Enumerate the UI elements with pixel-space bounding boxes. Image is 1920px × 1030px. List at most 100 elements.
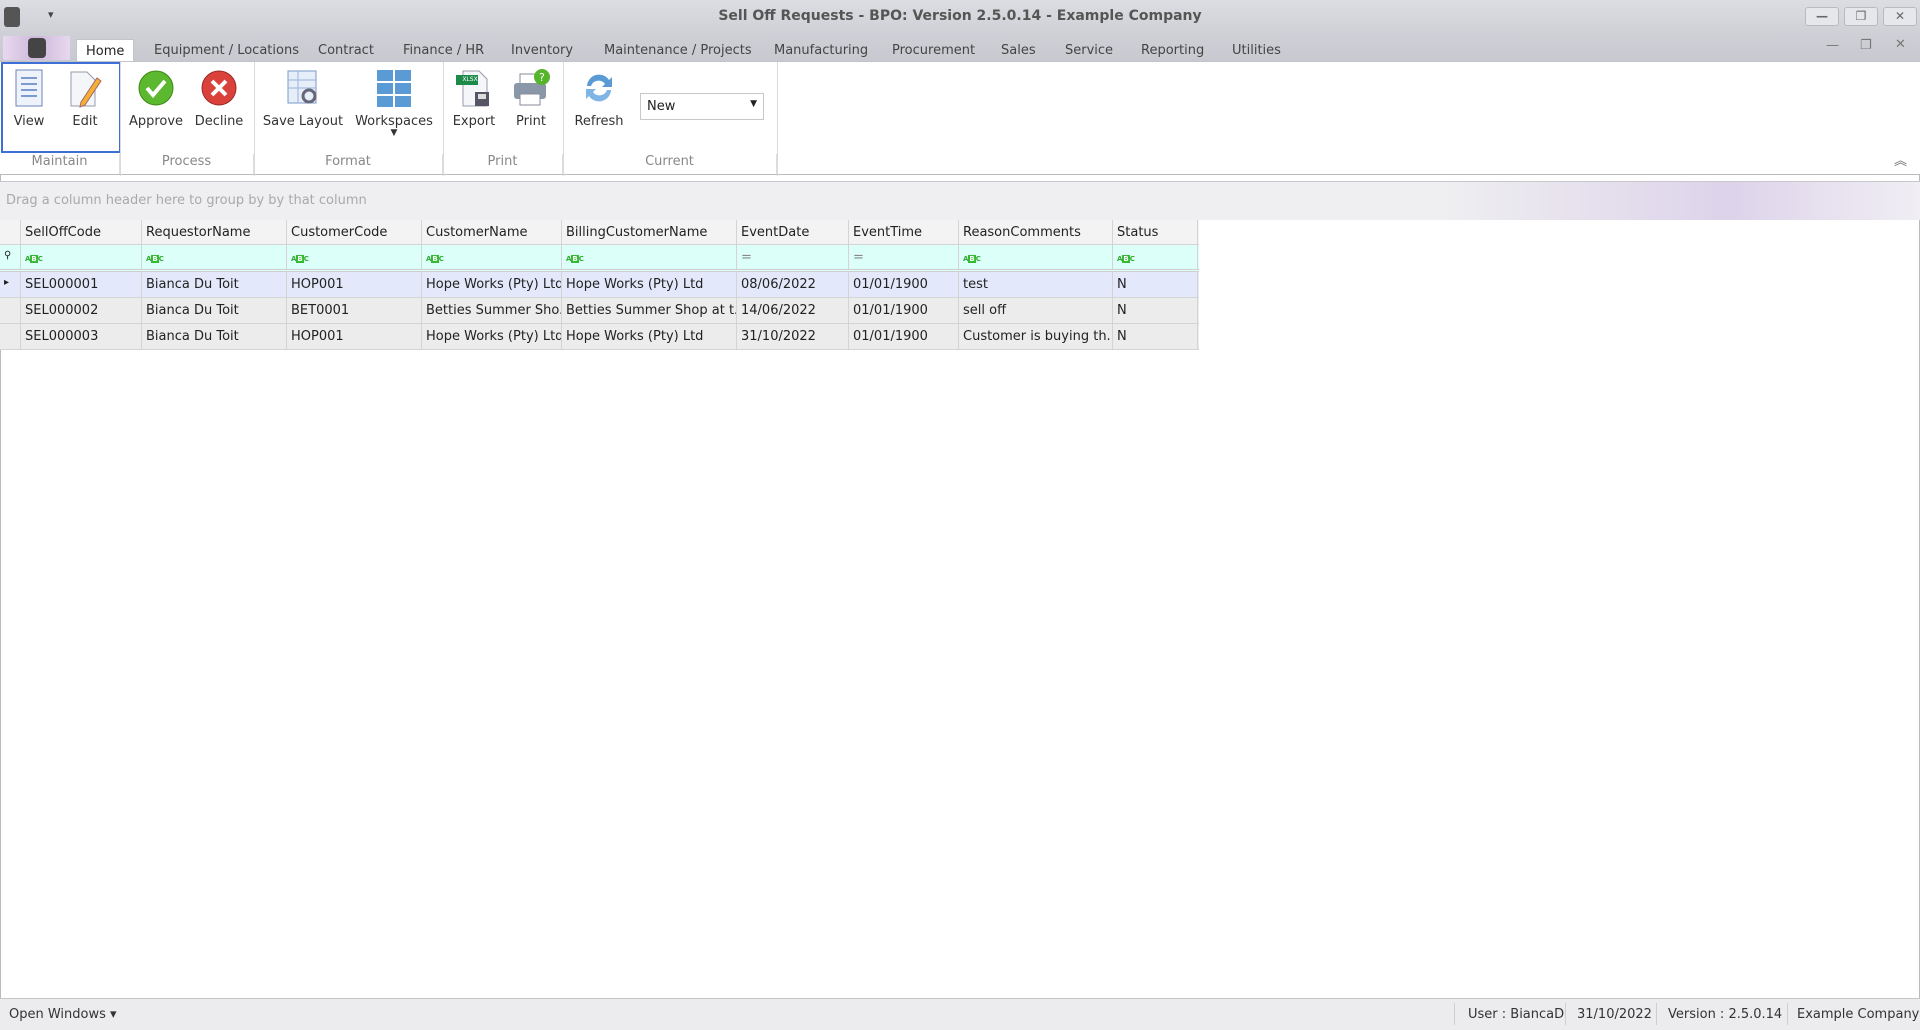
cell-eventdate[interactable]: 14/06/2022 [737,298,849,323]
filter-cell-status[interactable]: ABC [1113,245,1198,269]
column-header-billingcustomername[interactable]: BillingCustomerName [562,220,737,244]
cell-eventdate[interactable]: 31/10/2022 [737,324,849,349]
application-menu-button[interactable] [3,36,70,60]
column-header-eventtime[interactable]: EventTime [849,220,959,244]
tab-manufacturing[interactable]: Manufacturing [774,39,868,61]
filter-cell-eventtime[interactable]: = [849,245,959,269]
tab-sales[interactable]: Sales [1001,39,1036,61]
cell-billingcustomername[interactable]: Betties Summer Shop at t... [562,298,737,323]
cell-eventtime[interactable]: 01/01/1900 [849,272,959,297]
cell-reasoncomments[interactable]: Customer is buying th... [959,324,1113,349]
decline-x-icon [199,68,239,108]
tab-equipment-locations[interactable]: Equipment / Locations [154,39,299,61]
cell-selloffcode[interactable]: SEL000001 [21,272,142,297]
divider [1454,1003,1455,1025]
filter-cell-selloffcode[interactable]: ABC [21,245,142,269]
print-button[interactable]: ? Print [510,68,552,129]
row-indicator: ▸ [0,272,21,297]
cell-selloffcode[interactable]: SEL000003 [21,324,142,349]
filter-cell-reasoncomments[interactable]: ABC [959,245,1113,269]
printer-icon: ? [511,68,551,108]
cell-customercode[interactable]: HOP001 [287,324,422,349]
filter-cell-billingcustomername[interactable]: ABC [562,245,737,269]
mdi-close-button[interactable]: ✕ [1895,37,1906,52]
text-filter-icon: ABC [963,255,981,263]
restore-button[interactable]: ❐ [1844,7,1878,26]
filter-cell-customercode[interactable]: ABC [287,245,422,269]
refresh-button[interactable]: Refresh [572,68,626,129]
tab-procurement[interactable]: Procurement [892,39,975,61]
refresh-icon [579,68,619,108]
save-layout-button[interactable]: Save Layout [262,68,344,129]
cell-reasoncomments[interactable]: sell off [959,298,1113,323]
approve-label: Approve [128,114,184,129]
table-row[interactable]: SEL000003 Bianca Du Toit HOP001 Hope Works … [0,324,1199,350]
workspaces-button[interactable]: Workspaces ▼ [354,68,434,138]
group-by-panel[interactable]: Drag a column header here to group by by… [0,181,1920,220]
text-filter-icon: ABC [291,255,309,263]
cell-customercode[interactable]: HOP001 [287,272,422,297]
view-button[interactable]: View [9,68,49,129]
group-print: Print [443,154,563,174]
cell-status[interactable]: N [1113,272,1198,297]
close-button[interactable]: ✕ [1883,7,1917,26]
tab-maintenance-projects[interactable]: Maintenance / Projects [604,39,752,61]
workspaces-label: Workspaces [355,114,433,129]
cell-customername[interactable]: Hope Works (Pty) Ltd [422,324,562,349]
open-windows-button[interactable]: Open Windows ▾ [9,1007,117,1022]
column-header-status[interactable]: Status [1113,220,1198,244]
collapse-ribbon-icon[interactable]: ︽ [1894,150,1907,169]
cell-selloffcode[interactable]: SEL000002 [21,298,142,323]
edit-pencil-icon [65,68,105,108]
filter-cell-eventdate[interactable]: = [737,245,849,269]
cell-status[interactable]: N [1113,324,1198,349]
column-header-selloffcode[interactable]: SellOffCode [21,220,142,244]
table-row[interactable]: ▸ SEL000001 Bianca Du Toit HOP001 Hope Works… [0,272,1199,298]
export-button[interactable]: XLSX Export [450,68,498,129]
divider [563,62,564,176]
tab-service[interactable]: Service [1065,39,1113,61]
tab-inventory[interactable]: Inventory [511,39,573,61]
filter-cell-customername[interactable]: ABC [422,245,562,269]
cell-eventtime[interactable]: 01/01/1900 [849,298,959,323]
decline-button[interactable]: Decline [193,68,245,129]
tab-reporting[interactable]: Reporting [1141,39,1204,61]
cell-eventtime[interactable]: 01/01/1900 [849,324,959,349]
cell-eventdate[interactable]: 08/06/2022 [737,272,849,297]
filter-cell-requestorname[interactable]: ABC [142,245,287,269]
column-header-eventdate[interactable]: EventDate [737,220,849,244]
column-header-requestorname[interactable]: RequestorName [142,220,287,244]
decline-label: Decline [194,114,244,129]
current-status-select[interactable]: New ▼ [640,93,764,120]
minimize-button[interactable]: — [1805,7,1839,26]
cell-requestorname[interactable]: Bianca Du Toit [142,324,287,349]
cell-billingcustomername[interactable]: Hope Works (Pty) Ltd [562,324,737,349]
mdi-minimize-button[interactable]: — [1826,38,1839,53]
mdi-restore-button[interactable]: ❐ [1860,38,1872,53]
cell-reasoncomments[interactable]: test [959,272,1113,297]
tab-finance-hr[interactable]: Finance / HR [403,39,484,61]
column-header-reasoncomments[interactable]: ReasonComments [959,220,1113,244]
cell-customername[interactable]: Hope Works (Pty) Ltd [422,272,562,297]
approve-button[interactable]: Approve [128,68,184,129]
cell-customercode[interactable]: BET0001 [287,298,422,323]
cell-requestorname[interactable]: Bianca Du Toit [142,298,287,323]
equals-filter-icon: = [853,250,864,265]
filter-pin-icon: ⚲ [0,245,21,269]
cell-customername[interactable]: Betties Summer Sho... [422,298,562,323]
table-row[interactable]: SEL000002 Bianca Du Toit BET0001 Betties Su… [0,298,1199,324]
cell-billingcustomername[interactable]: Hope Works (Pty) Ltd [562,272,737,297]
save-layout-label: Save Layout [262,114,344,129]
tab-home[interactable]: Home [76,39,135,61]
tab-contract[interactable]: Contract [318,39,374,61]
text-filter-icon: ABC [1117,255,1135,263]
text-filter-icon: ABC [426,255,444,263]
edit-button[interactable]: Edit [65,68,105,129]
column-header-customername[interactable]: CustomerName [422,220,562,244]
column-header-customercode[interactable]: CustomerCode [287,220,422,244]
ribbon-tabs: Home Equipment / Locations Contract Finance… [0,34,1920,61]
cell-requestorname[interactable]: Bianca Du Toit [142,272,287,297]
auto-filter-row[interactable]: ⚲ ABC ABC ABC ABC ABC = = ABC ABC [0,245,1199,272]
cell-status[interactable]: N [1113,298,1198,323]
tab-utilities[interactable]: Utilities [1232,39,1281,61]
